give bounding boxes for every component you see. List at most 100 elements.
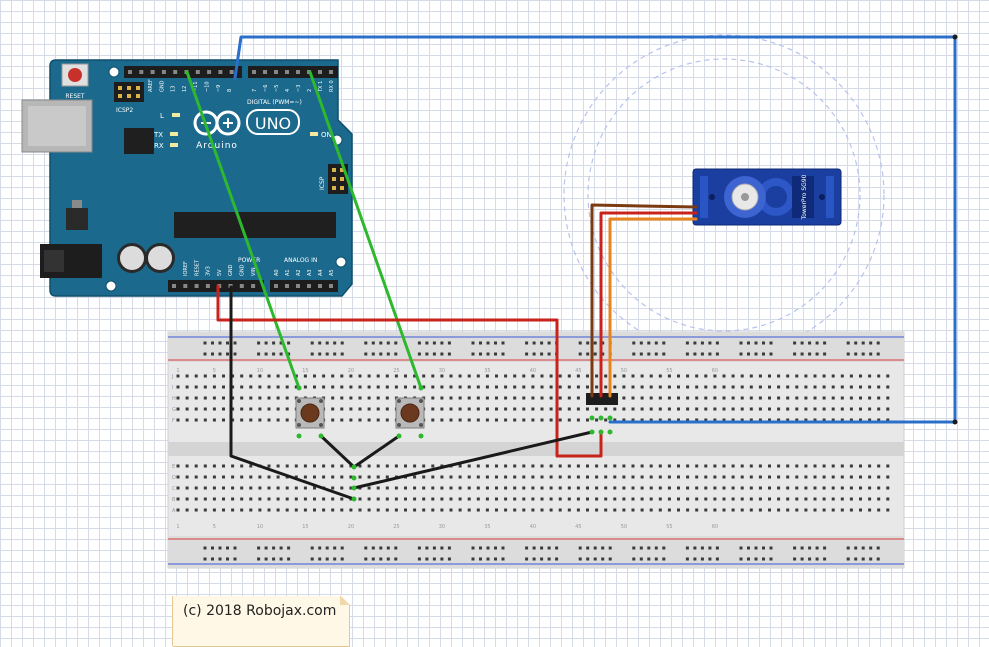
breadboard-hole: [222, 396, 225, 400]
rail-hole: [578, 546, 582, 550]
breadboard-hole: [704, 508, 708, 512]
breadboard-hole: [677, 508, 680, 512]
rail-hole: [747, 341, 750, 345]
rail-hole: [815, 546, 819, 550]
breadboard-hole: [604, 374, 608, 378]
breadboard-hole: [431, 374, 435, 378]
rail-hole: [540, 546, 544, 550]
rail-hole: [555, 557, 559, 561]
breadboard-hole: [476, 497, 480, 501]
breadboard-hole: [194, 396, 198, 400]
breadboard-hole: [731, 407, 735, 411]
column-number: 50: [621, 524, 627, 530]
breadboard-hole: [622, 407, 626, 411]
breadboard-hole: [549, 374, 553, 378]
breadboard-hole: [322, 374, 326, 378]
breadboard-hole: [758, 508, 762, 512]
rail-hole: [639, 341, 643, 345]
breadboard-hole: [777, 475, 781, 479]
breadboard-hole: [449, 508, 453, 512]
breadboard-hole: [385, 497, 389, 501]
breadboard-hole: [813, 407, 817, 411]
breadboard-hole: [677, 464, 680, 468]
breadboard-hole: [422, 464, 426, 468]
breadboard-hole: [849, 385, 853, 389]
atmega-chip: [174, 212, 336, 238]
breadboard-hole: [313, 508, 316, 512]
rail-hole: [808, 341, 812, 345]
digital-pin-label: 4: [285, 89, 291, 92]
breadboard-hole: [467, 374, 471, 378]
rail-hole: [471, 546, 475, 550]
rail-hole: [586, 352, 590, 356]
breadboard-hole: [722, 475, 726, 479]
breadboard-hole: [176, 385, 180, 389]
rail-hole: [394, 352, 398, 356]
rail-hole: [586, 557, 590, 561]
breadboard-hole: [504, 385, 508, 389]
breadboard-hole: [613, 497, 617, 501]
row-letter: E: [172, 464, 175, 470]
breadboard-hole: [267, 508, 271, 512]
rail-hole: [447, 352, 451, 356]
rail-hole: [762, 341, 765, 345]
breadboard-hole: [686, 374, 690, 378]
rail-hole: [715, 557, 719, 561]
rail-hole: [479, 557, 482, 561]
rail-hole: [593, 546, 597, 550]
breadboard-hole: [185, 396, 189, 400]
breadboard-hole: [285, 486, 289, 490]
servo-shaft-center: [741, 193, 749, 201]
rail-hole: [793, 557, 797, 561]
breadboard-hole: [576, 418, 580, 422]
breadboard-hole: [586, 418, 589, 422]
rail-hole: [601, 557, 605, 561]
rail-hole: [501, 341, 505, 345]
header-pin: [274, 70, 278, 74]
rail-hole: [540, 341, 544, 345]
breadboard-hole: [695, 407, 699, 411]
breadboard-hole: [595, 407, 599, 411]
servo-gear-hub: [765, 186, 787, 208]
breadboard-hole: [667, 486, 671, 490]
breadboard-hole: [859, 407, 862, 411]
rail-hole: [854, 352, 858, 356]
power-pin-label: GND: [240, 264, 246, 276]
breadboard-hole: [240, 508, 244, 512]
breadboard-hole: [831, 508, 835, 512]
breadboard-hole: [485, 486, 489, 490]
breadboard-hole: [294, 486, 298, 490]
breadboard-hole: [813, 396, 817, 400]
header-pin: [229, 70, 234, 74]
breadboard-hole: [522, 374, 526, 378]
rail-hole: [654, 341, 658, 345]
breadboard-hole: [522, 407, 526, 411]
breadboard-hole: [786, 464, 790, 468]
rail-hole: [639, 557, 643, 561]
breadboard-hole: [349, 407, 353, 411]
push-button-1-cap: [300, 403, 320, 423]
breadboard-hole: [322, 475, 326, 479]
breadboard-hole: [531, 475, 535, 479]
rail-hole: [532, 557, 536, 561]
breadboard-hole: [340, 464, 344, 468]
rail-hole: [685, 557, 689, 561]
breadboard-hole: [222, 475, 225, 479]
breadboard-hole: [831, 475, 835, 479]
breadboard-hole: [485, 418, 489, 422]
breadboard-hole: [176, 374, 180, 378]
breadboard-hole: [777, 385, 781, 389]
rail-hole: [654, 352, 658, 356]
rail-hole: [808, 557, 812, 561]
breadboard-hole: [613, 464, 617, 468]
breadboard-hole: [758, 396, 762, 400]
breadboard-hole: [504, 508, 508, 512]
breadboard-hole: [749, 508, 753, 512]
capacitor-top: [148, 246, 172, 270]
breadboard-hole: [613, 508, 617, 512]
breadboard-hole: [185, 385, 189, 389]
led-tx-label: TX: [153, 131, 163, 139]
breadboard-hole: [795, 385, 799, 389]
dc-power-jack-inner: [44, 250, 64, 272]
reset-button-cap: [68, 68, 82, 82]
